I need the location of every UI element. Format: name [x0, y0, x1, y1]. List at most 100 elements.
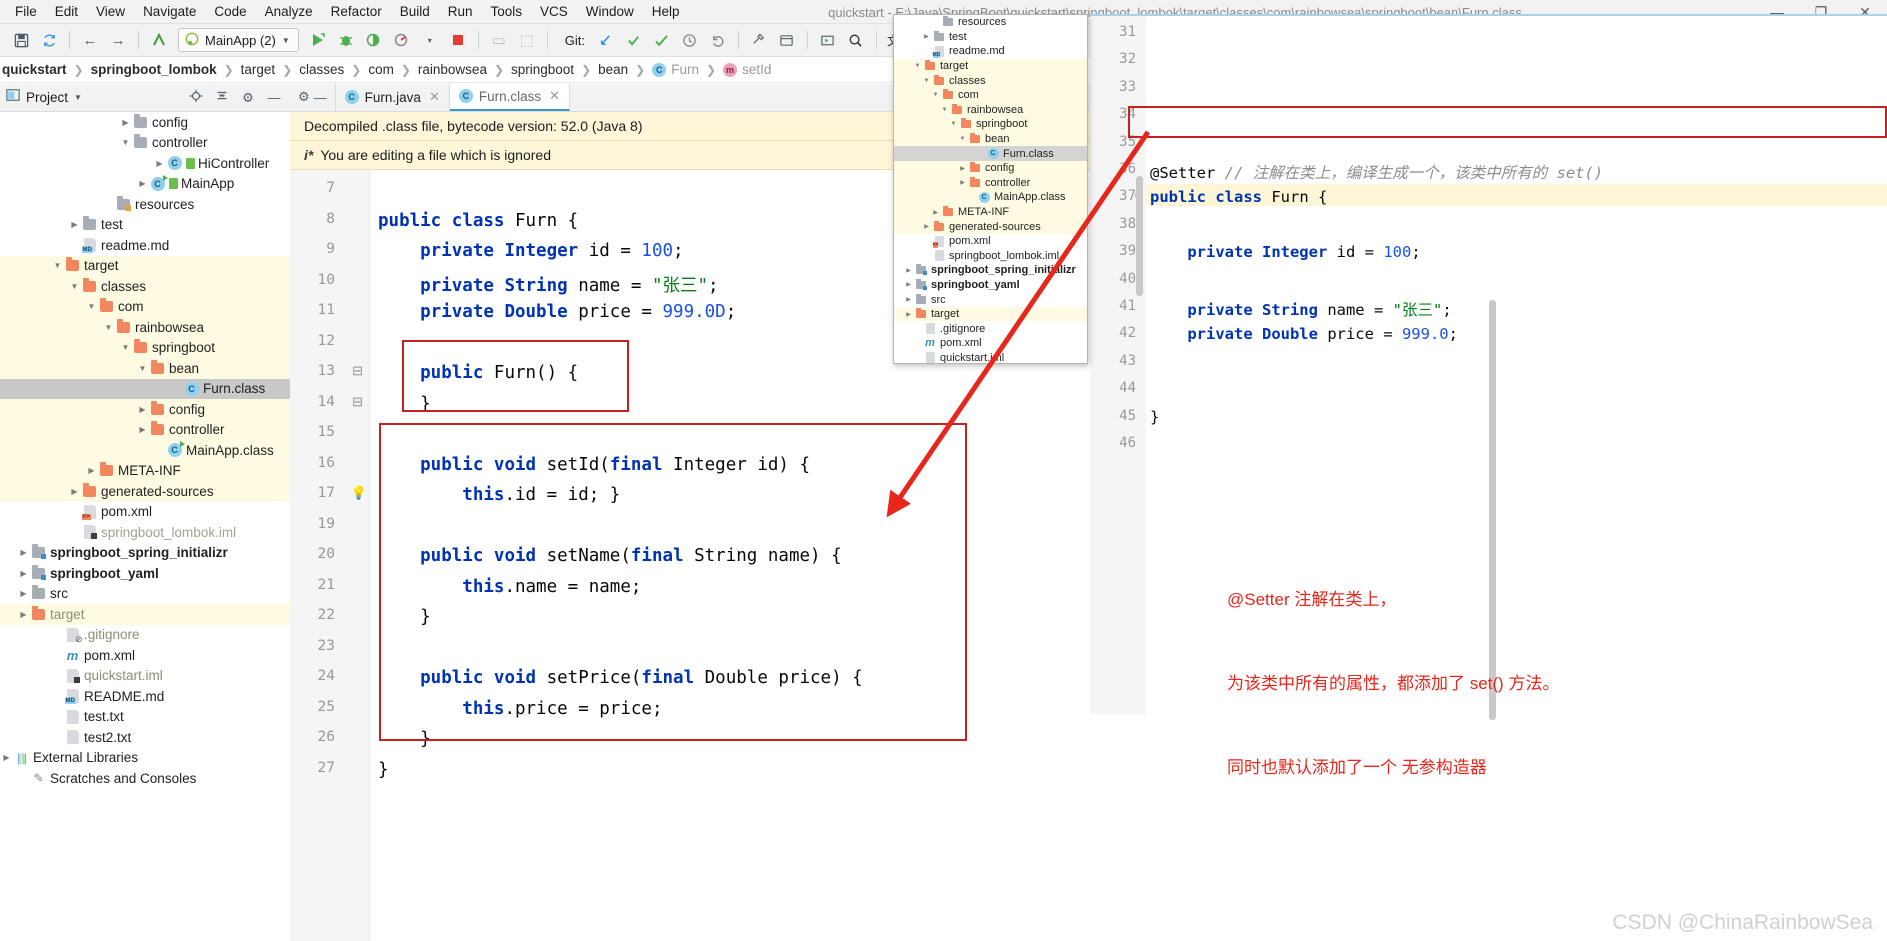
tree-item-controller[interactable]: ▼ controller — [0, 133, 290, 154]
chevron-down-icon[interactable]: ▼ — [85, 302, 98, 311]
code-line[interactable]: public void setId(final Integer id) { — [378, 455, 810, 475]
code-line[interactable]: public void setName(final String name) { — [378, 546, 842, 566]
tree-item-springboot-lombok-iml[interactable]: springboot_lombok.iml — [0, 522, 290, 543]
source-code-line[interactable]: private String name = "张三"; — [1150, 298, 1451, 320]
source-panel-gutter[interactable]: 31323334353637383940414243444546⚙ — [1090, 14, 1146, 714]
package-icon[interactable]: ⬚ — [514, 27, 540, 53]
code-fold-icon[interactable]: ⊟ — [352, 394, 363, 410]
breadcrumb-item-rainbowsea[interactable]: rainbowsea — [418, 62, 487, 77]
popup-tree-item-src[interactable]: ▶ src — [894, 292, 1087, 307]
chevron-down-icon[interactable]: ▼ — [119, 138, 132, 147]
git-revert-icon[interactable] — [705, 27, 731, 53]
code-fold-icon[interactable]: ⊟ — [352, 363, 363, 379]
chevron-right-icon[interactable]: ▶ — [119, 118, 132, 127]
popup-tree-item-readme-md[interactable]: readme.md — [894, 44, 1087, 59]
menu-item-file[interactable]: File — [6, 2, 46, 21]
chevron-down-icon[interactable]: ▼ — [912, 63, 923, 69]
stop-icon[interactable] — [445, 27, 471, 53]
chevron-down-icon[interactable]: ▼ — [51, 261, 64, 270]
code-line[interactable]: this.price = price; — [378, 699, 662, 719]
chevron-right-icon[interactable]: ▶ — [17, 548, 30, 557]
close-tab-icon[interactable]: ✕ — [429, 89, 440, 105]
popup-tree-item-pom-xml[interactable]: pom.xml — [894, 234, 1087, 249]
tree-item-scratches-and-consoles[interactable]: ✎ Scratches and Consoles — [0, 768, 290, 789]
chevron-down-icon[interactable]: ▼ — [939, 107, 950, 113]
tree-item-test2-txt[interactable]: test2.txt — [0, 727, 290, 748]
run-with-coverage-icon[interactable] — [361, 27, 387, 53]
menu-item-code[interactable]: Code — [205, 2, 255, 21]
breadcrumb-item-com[interactable]: com — [368, 62, 394, 77]
tree-item-test-txt[interactable]: test.txt — [0, 707, 290, 728]
device-manager-icon[interactable]: ▭ — [486, 27, 512, 53]
tree-item-readme-md[interactable]: README.md — [0, 686, 290, 707]
back-icon[interactable]: ← — [77, 27, 103, 53]
tree-item-readme-md[interactable]: readme.md — [0, 235, 290, 256]
chevron-down-icon-profiler[interactable]: ▾ — [417, 27, 443, 53]
popup-tree-item-springboot-lombok-iml[interactable]: springboot_lombok.iml — [894, 249, 1087, 264]
editor-vertical-scrollbar[interactable] — [1136, 176, 1143, 296]
tree-item-classes[interactable]: ▼ classes — [0, 276, 290, 297]
build-project-icon[interactable] — [146, 27, 172, 53]
collapse-all-icon[interactable] — [212, 89, 232, 106]
chevron-down-icon[interactable]: ▼ — [282, 36, 290, 45]
settings-icon[interactable] — [746, 27, 772, 53]
tree-item-config[interactable]: ▶ config — [0, 399, 290, 420]
floating-project-tree-popup[interactable]: resources ▶ test readme.md ▼ target ▼ classes ▼ c… — [893, 14, 1088, 364]
menu-item-view[interactable]: View — [87, 2, 134, 21]
popup-tree-item--gitignore[interactable]: .gitignore — [894, 321, 1087, 336]
tree-item--gitignore[interactable]: .gitignore — [0, 625, 290, 646]
chevron-down-icon[interactable]: ▼ — [136, 364, 149, 373]
breadcrumb-item-target[interactable]: target — [241, 62, 276, 77]
source-code-line[interactable]: private Integer id = 100; — [1150, 243, 1420, 261]
code-line[interactable]: } — [378, 729, 431, 749]
chevron-right-icon[interactable]: ▶ — [85, 466, 98, 475]
chevron-right-icon[interactable]: ▶ — [903, 311, 914, 318]
menu-item-build[interactable]: Build — [391, 2, 439, 21]
chevron-right-icon[interactable]: ▶ — [903, 296, 914, 303]
popup-tree-item-generated-sources[interactable]: ▶ generated-sources — [894, 219, 1087, 234]
menu-item-tools[interactable]: Tools — [482, 2, 532, 21]
code-line[interactable]: private Double price = 999.0D; — [378, 302, 736, 322]
tree-item-mainapp-class[interactable]: C MainApp.class — [0, 440, 290, 461]
chevron-right-icon[interactable]: ▶ — [17, 589, 30, 598]
source-code-line[interactable]: private Double price = 999.0; — [1150, 325, 1458, 343]
tree-item-springboot-yaml[interactable]: ▶ springboot_yaml — [0, 563, 290, 584]
hide-panel-icon[interactable]: — — [264, 90, 284, 105]
popup-tree-item-springboot-spring-initializr[interactable]: ▶ springboot_spring_initializr — [894, 263, 1087, 278]
menu-item-edit[interactable]: Edit — [46, 2, 87, 21]
tree-item-controller[interactable]: ▶ controller — [0, 419, 290, 440]
git-push-icon[interactable] — [649, 27, 675, 53]
tree-item-external-libraries[interactable]: ▶ |||| External Libraries — [0, 748, 290, 769]
tree-item-src[interactable]: ▶ src — [0, 584, 290, 605]
code-line[interactable]: } — [378, 394, 431, 414]
chevron-right-icon[interactable]: ▶ — [153, 159, 166, 168]
code-line[interactable]: public class Furn { — [378, 211, 578, 231]
source-code-line[interactable]: public class Furn { — [1150, 188, 1327, 206]
code-line[interactable]: private Integer id = 100; — [378, 241, 683, 261]
chevron-right-icon[interactable]: ▶ — [68, 220, 81, 229]
git-commit-icon[interactable] — [621, 27, 647, 53]
chevron-down-icon[interactable]: ▼ — [957, 136, 968, 142]
menu-item-refactor[interactable]: Refactor — [322, 2, 391, 21]
code-line[interactable]: private String name = "张三"; — [378, 272, 718, 297]
profiler-icon[interactable] — [389, 27, 415, 53]
chevron-right-icon[interactable]: ▶ — [957, 179, 968, 186]
breadcrumb-item-springboot-lombok[interactable]: springboot_lombok — [91, 62, 217, 77]
chevron-right-icon[interactable]: ▶ — [921, 223, 932, 230]
breadcrumb-item-setid[interactable]: m setId — [723, 62, 771, 77]
editor-gutter[interactable]: 7 8 9 10 11 12 13 14 15 16 17 19 20 21 22 23 24 25 26 27 ⊟ ⊟ 💡 — [290, 170, 370, 941]
git-history-icon[interactable] — [677, 27, 703, 53]
chevron-right-icon[interactable]: ▶ — [68, 487, 81, 496]
tree-item-target[interactable]: ▼ target — [0, 255, 290, 276]
tree-item-bean[interactable]: ▼ bean — [0, 358, 290, 379]
tree-item-rainbowsea[interactable]: ▼ rainbowsea — [0, 317, 290, 338]
tree-item-springboot[interactable]: ▼ springboot — [0, 337, 290, 358]
code-line[interactable]: this.name = name; — [378, 577, 641, 597]
chevron-right-icon[interactable]: ▶ — [930, 209, 941, 216]
save-all-icon[interactable] — [8, 27, 34, 53]
layout-icon[interactable] — [774, 27, 800, 53]
chevron-down-icon[interactable]: ▼ — [68, 282, 81, 291]
popup-tree-item-controller[interactable]: ▶ controller — [894, 175, 1087, 191]
popup-tree-item-com[interactable]: ▼ com — [894, 87, 1087, 103]
run-configuration-selector[interactable]: MainApp (2) ▼ — [178, 28, 299, 52]
